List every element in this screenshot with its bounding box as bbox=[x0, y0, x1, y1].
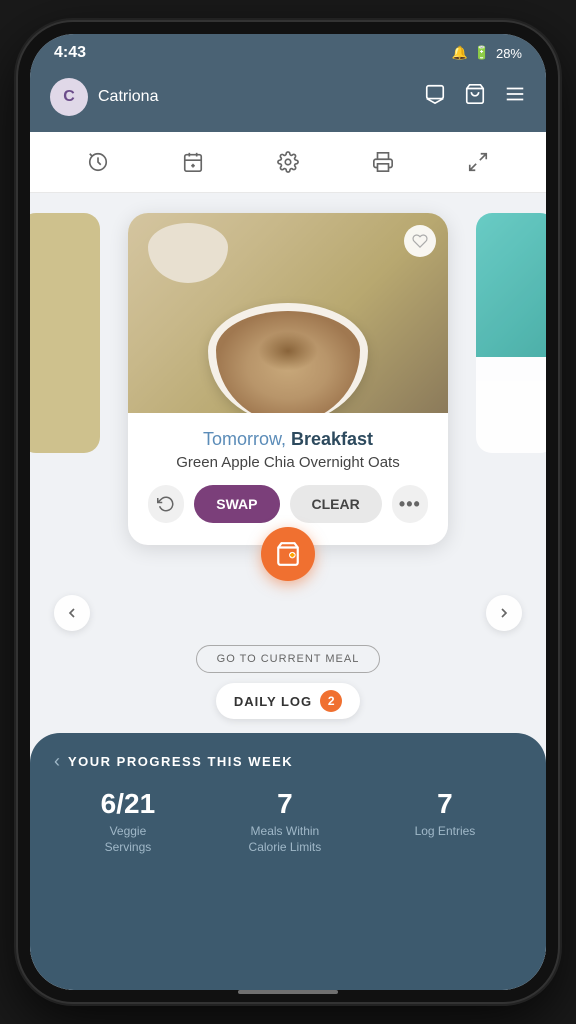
history-toolbar-icon[interactable] bbox=[80, 144, 116, 180]
battery-percent: 28% bbox=[496, 46, 522, 61]
phone-frame: 4:43 🔔 🔋 28% C Catriona bbox=[18, 22, 558, 1002]
stat-veggie-label: VeggieServings bbox=[101, 824, 156, 855]
nav-arrows bbox=[30, 585, 546, 641]
daily-log-label: DAILY LOG bbox=[234, 694, 312, 709]
side-card-right bbox=[476, 213, 546, 453]
progress-section: ‹ YOUR PROGRESS THIS WEEK 6/21 VeggieSer… bbox=[30, 733, 546, 990]
stat-log: 7 Log Entries bbox=[415, 788, 476, 855]
menu-icon[interactable] bbox=[504, 83, 526, 111]
swap-button[interactable]: SWAP bbox=[194, 485, 279, 523]
meal-card-area: Tomorrow, Breakfast Green Apple Chia Ove… bbox=[30, 193, 546, 545]
bowl-outer bbox=[208, 303, 368, 413]
toolbar bbox=[30, 132, 546, 193]
status-bar: 4:43 🔔 🔋 28% bbox=[30, 34, 546, 68]
header: C Catriona bbox=[30, 68, 546, 132]
more-button[interactable]: ••• bbox=[392, 485, 428, 523]
side-card-left bbox=[30, 213, 100, 453]
user-name: Catriona bbox=[98, 88, 414, 106]
second-bowl bbox=[148, 223, 228, 283]
refresh-button[interactable] bbox=[148, 485, 184, 523]
header-icons bbox=[424, 83, 526, 111]
side-card-teal-image bbox=[476, 213, 546, 357]
meal-name: Green Apple Chia Overnight Oats bbox=[148, 454, 428, 471]
print-toolbar-icon[interactable] bbox=[365, 144, 401, 180]
daily-log-count: 2 bbox=[320, 690, 342, 712]
signal-icon: 🔔 bbox=[452, 45, 468, 61]
meal-actions: SWAP CLEAR ••• bbox=[148, 485, 428, 523]
daily-log-section: DAILY LOG 2 bbox=[30, 683, 546, 719]
progress-title: YOUR PROGRESS THIS WEEK bbox=[68, 754, 293, 769]
meal-image bbox=[128, 213, 448, 413]
status-time: 4:43 bbox=[54, 44, 86, 62]
progress-back-icon[interactable]: ‹ bbox=[54, 751, 60, 772]
add-to-basket-button[interactable] bbox=[261, 527, 315, 581]
avatar[interactable]: C bbox=[50, 78, 88, 116]
go-current-meal-container: GO TO CURRENT MEAL bbox=[196, 645, 381, 673]
phone-screen: 4:43 🔔 🔋 28% C Catriona bbox=[30, 34, 546, 990]
calendar-add-toolbar-icon[interactable] bbox=[175, 144, 211, 180]
bowl-spice bbox=[258, 331, 318, 371]
stat-log-label: Log Entries bbox=[415, 824, 476, 840]
basket-icon[interactable] bbox=[464, 83, 486, 111]
meal-type: Breakfast bbox=[291, 429, 373, 449]
favorite-button[interactable] bbox=[404, 225, 436, 257]
main-content: Tomorrow, Breakfast Green Apple Chia Ove… bbox=[30, 193, 546, 990]
prev-meal-button[interactable] bbox=[54, 595, 90, 631]
clear-button[interactable]: CLEAR bbox=[290, 485, 382, 523]
next-meal-button[interactable] bbox=[486, 595, 522, 631]
bowl-inner bbox=[216, 311, 360, 413]
message-icon[interactable] bbox=[424, 83, 446, 111]
expand-toolbar-icon[interactable] bbox=[460, 144, 496, 180]
status-icons: 🔔 🔋 28% bbox=[452, 45, 522, 61]
go-current-meal-button[interactable]: GO TO CURRENT MEAL bbox=[196, 645, 381, 673]
progress-stats: 6/21 VeggieServings 7 Meals WithinCalori… bbox=[54, 788, 522, 855]
battery-icon: 🔋 bbox=[474, 45, 490, 61]
settings-toolbar-icon[interactable] bbox=[270, 144, 306, 180]
stat-meals-label: Meals WithinCalorie Limits bbox=[249, 824, 322, 855]
meal-timing: Tomorrow, Breakfast bbox=[148, 429, 428, 450]
meal-timing-text: Tomorrow, bbox=[203, 429, 291, 449]
stat-log-value: 7 bbox=[415, 788, 476, 820]
daily-log-badge[interactable]: DAILY LOG 2 bbox=[216, 683, 360, 719]
meal-card: Tomorrow, Breakfast Green Apple Chia Ove… bbox=[128, 213, 448, 545]
progress-header: ‹ YOUR PROGRESS THIS WEEK bbox=[54, 751, 522, 772]
meal-info: Tomorrow, Breakfast Green Apple Chia Ove… bbox=[128, 413, 448, 545]
stat-veggie-value: 6/21 bbox=[101, 788, 156, 820]
add-button-container bbox=[261, 527, 315, 581]
stat-meals: 7 Meals WithinCalorie Limits bbox=[249, 788, 322, 855]
stat-veggie: 6/21 VeggieServings bbox=[101, 788, 156, 855]
stat-meals-value: 7 bbox=[249, 788, 322, 820]
